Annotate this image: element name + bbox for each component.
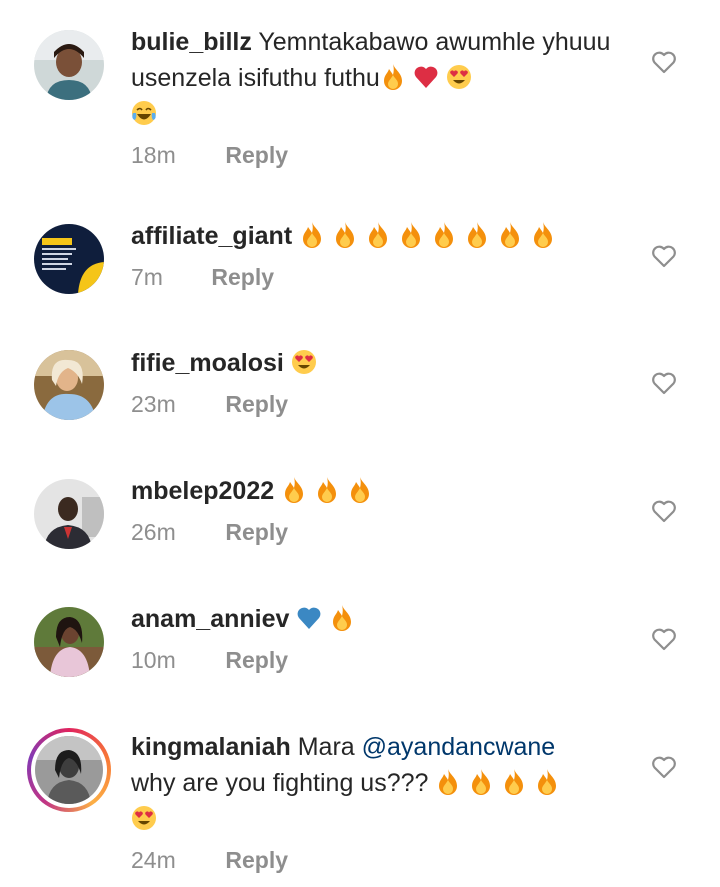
avatar[interactable] xyxy=(34,350,104,420)
heart-outline-icon[interactable] xyxy=(650,497,678,525)
heart-outline-icon[interactable] xyxy=(650,48,678,76)
comment-time: 18m xyxy=(131,142,176,168)
avatar-ring-inner xyxy=(31,732,107,808)
reply-button[interactable]: Reply xyxy=(225,142,288,168)
comment-meta: 23m Reply xyxy=(131,391,611,418)
comment-text: affiliate_giant xyxy=(131,218,611,254)
comment-meta: 10m Reply xyxy=(131,647,611,674)
reply-button[interactable]: Reply xyxy=(225,647,288,673)
fire-emoji xyxy=(365,221,391,249)
heart-outline-icon[interactable] xyxy=(650,369,678,397)
fire-emoji xyxy=(281,476,307,504)
fire-emoji xyxy=(299,221,325,249)
avatar[interactable] xyxy=(34,479,104,549)
fire-emoji xyxy=(380,63,406,91)
comment-time: 7m xyxy=(131,264,163,290)
reply-button[interactable]: Reply xyxy=(225,391,288,417)
fire-emoji xyxy=(435,768,461,796)
red-heart-emoji xyxy=(413,63,439,91)
mention-link[interactable]: @ayandancwane xyxy=(362,733,556,761)
heart-outline-icon[interactable] xyxy=(650,242,678,270)
story-ring-avatar[interactable] xyxy=(27,728,111,812)
comment-text: fifie_moalosi xyxy=(131,345,611,381)
fire-emoji xyxy=(534,768,560,796)
comment-username[interactable]: fifie_moalosi xyxy=(131,349,284,377)
fire-emoji xyxy=(464,221,490,249)
comment-body: bulie_billz Yemntakabawo awumhle yhuuu u… xyxy=(131,24,611,169)
comment-message: Mara xyxy=(297,733,355,761)
fire-emoji xyxy=(329,604,355,632)
fire-emoji xyxy=(431,221,457,249)
fire-emoji xyxy=(501,768,527,796)
reply-button[interactable]: Reply xyxy=(225,847,288,873)
comment-username[interactable]: bulie_billz xyxy=(131,28,252,56)
comment-username[interactable]: affiliate_giant xyxy=(131,222,292,250)
blue-heart-emoji xyxy=(296,604,322,632)
comment-username[interactable]: kingmalaniah xyxy=(131,733,291,761)
comment-time: 24m xyxy=(131,847,176,873)
fire-emoji xyxy=(468,768,494,796)
fire-emoji xyxy=(398,221,424,249)
avatar[interactable] xyxy=(34,607,104,677)
comment-meta: 18m Reply xyxy=(131,142,611,169)
heart-eyes-emoji xyxy=(291,348,317,376)
comment-username[interactable]: anam_anniev xyxy=(131,605,289,633)
heart-outline-icon[interactable] xyxy=(650,753,678,781)
heart-eyes-emoji xyxy=(131,804,157,832)
reply-button[interactable]: Reply xyxy=(211,264,274,290)
comment-body: anam_anniev 10m Reply xyxy=(131,601,611,674)
heart-eyes-emoji xyxy=(446,63,472,91)
comments-list: bulie_billz Yemntakabawo awumhle yhuuu u… xyxy=(0,0,720,887)
avatar xyxy=(35,736,103,804)
comment-message: why are you fighting us??? xyxy=(131,769,429,797)
fire-emoji xyxy=(314,476,340,504)
comment-time: 26m xyxy=(131,519,176,545)
fire-emoji xyxy=(530,221,556,249)
fire-emoji xyxy=(332,221,358,249)
reply-button[interactable]: Reply xyxy=(225,519,288,545)
comment-meta: 26m Reply xyxy=(131,519,611,546)
comment-text: mbelep2022 xyxy=(131,473,611,509)
avatar[interactable] xyxy=(34,30,104,100)
comment-time: 23m xyxy=(131,391,176,417)
comment-body: kingmalaniah Mara @ayandancwane why are … xyxy=(131,729,611,874)
fire-emoji xyxy=(347,476,373,504)
comment-meta: 7m Reply xyxy=(131,264,611,291)
comment-text: bulie_billz Yemntakabawo awumhle yhuuu u… xyxy=(131,24,611,132)
comment-body: mbelep2022 26m Reply xyxy=(131,473,611,546)
comment-username[interactable]: mbelep2022 xyxy=(131,477,274,505)
comment-time: 10m xyxy=(131,647,176,673)
comment-meta: 24m Reply xyxy=(131,847,611,874)
comment-text: anam_anniev xyxy=(131,601,611,637)
comment-body: affiliate_giant 7m Reply xyxy=(131,218,611,291)
tears-of-joy-emoji xyxy=(131,99,157,127)
heart-outline-icon[interactable] xyxy=(650,625,678,653)
comment-text: kingmalaniah Mara @ayandancwane why are … xyxy=(131,729,611,837)
comment-body: fifie_moalosi 23m Reply xyxy=(131,345,611,418)
fire-emoji xyxy=(497,221,523,249)
avatar[interactable] xyxy=(34,224,104,294)
